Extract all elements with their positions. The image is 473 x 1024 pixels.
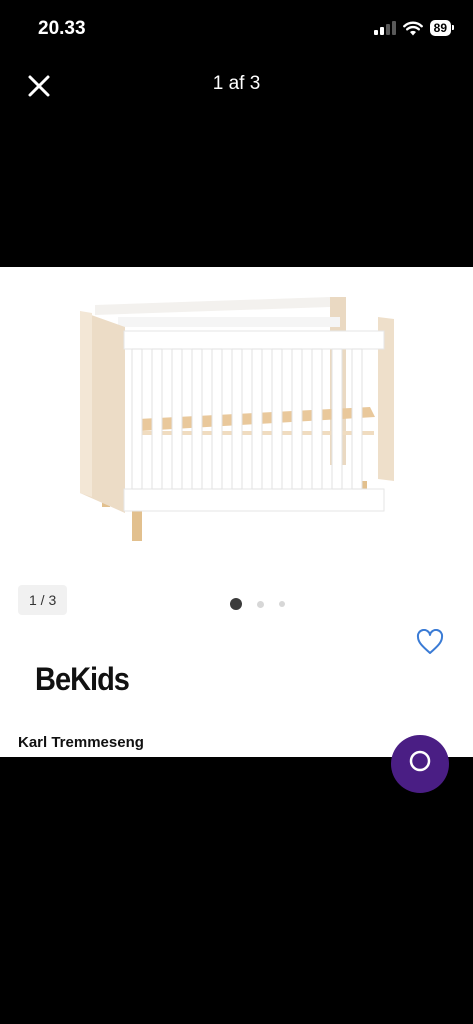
image-viewer-header: 1 af 3 — [0, 58, 473, 112]
image-page-indicator: 1 / 3 — [18, 585, 68, 615]
status-indicators: 89 — [373, 20, 455, 36]
carousel-dot-2[interactable] — [257, 600, 264, 608]
chat-button[interactable] — [391, 735, 449, 793]
product-image[interactable] — [0, 267, 473, 567]
wifi-icon — [402, 21, 423, 35]
carousel-dots[interactable] — [230, 598, 285, 610]
product-title: Karl Tremmeseng — [18, 734, 144, 751]
battery-indicator: 89 — [429, 20, 455, 36]
product-card: 1 / 3 BeKids Karl Tremmeseng — [0, 267, 473, 793]
heart-icon — [416, 628, 444, 654]
chat-icon — [409, 750, 431, 772]
status-time: 20.33 — [38, 18, 86, 39]
carousel-dot-1[interactable] — [230, 598, 242, 610]
image-counter-title: 1 af 3 — [212, 73, 261, 94]
brand-logo: BeKids — [35, 662, 130, 698]
cellular-signal-icon — [373, 21, 396, 35]
status-bar: 20.33 89 — [0, 0, 473, 58]
carousel-dot-3[interactable] — [279, 601, 285, 607]
favorite-button[interactable] — [416, 628, 444, 655]
